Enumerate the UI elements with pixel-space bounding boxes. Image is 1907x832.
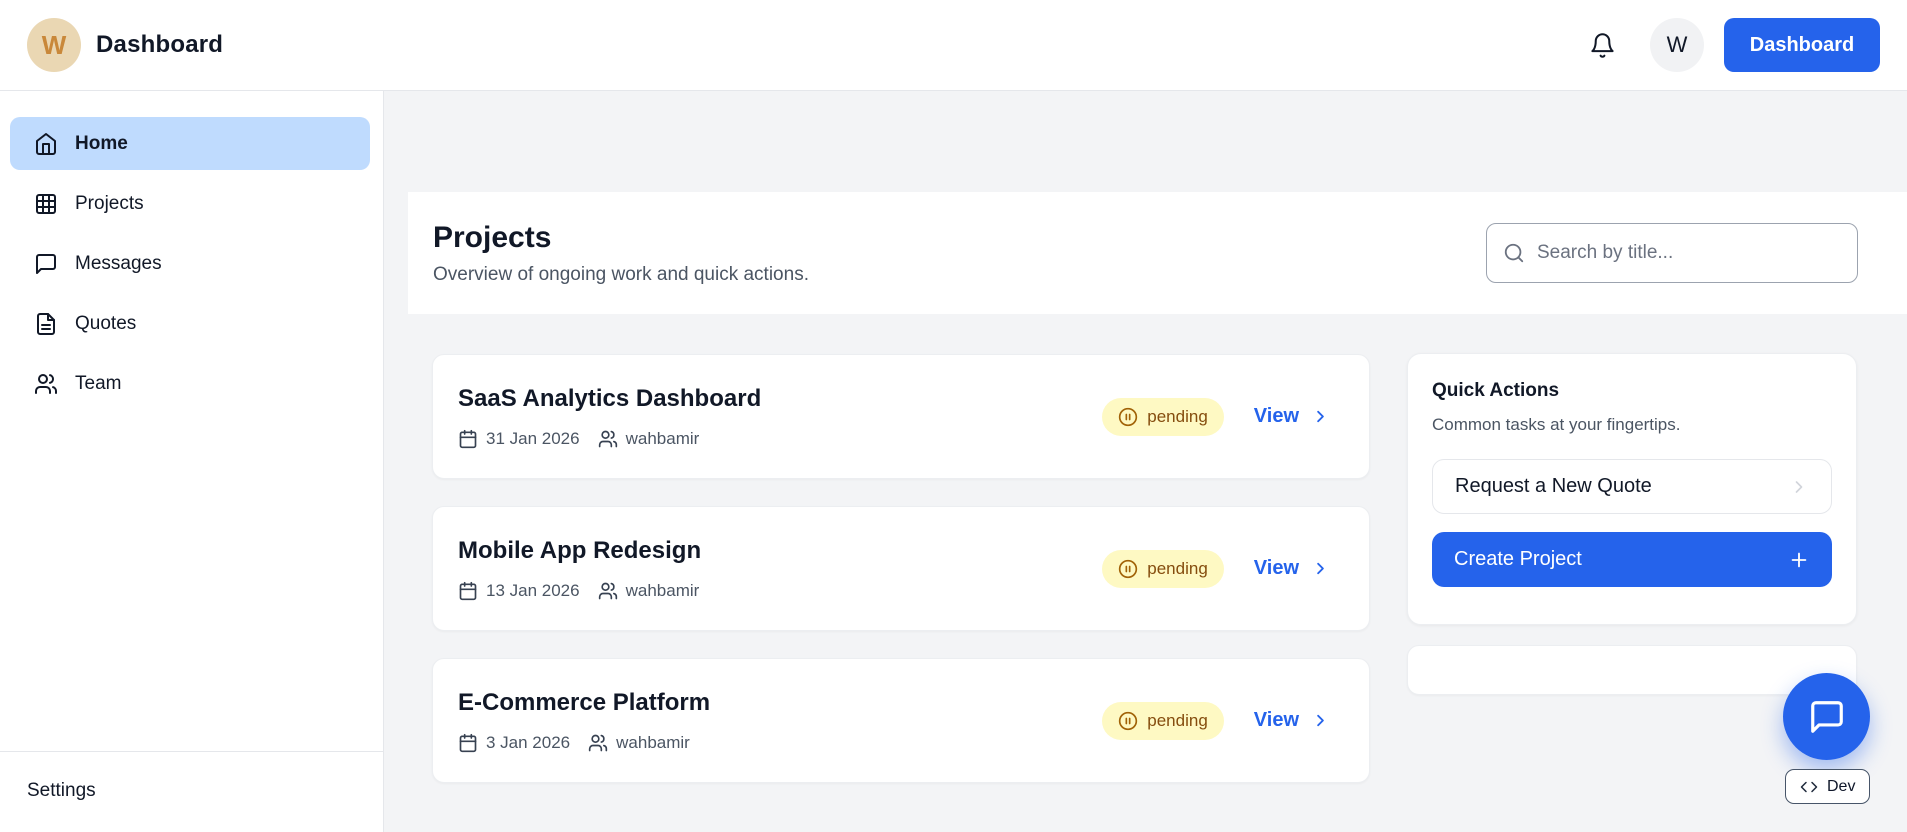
chevron-right-icon <box>1311 711 1330 730</box>
chevron-right-icon <box>1311 559 1330 578</box>
project-title: SaaS Analytics Dashboard <box>458 384 762 412</box>
dev-badge[interactable]: Dev <box>1785 769 1871 804</box>
users-icon <box>588 733 608 753</box>
project-card: SaaS Analytics Dashboard 31 Jan 2026 wah… <box>432 354 1370 479</box>
grid-icon <box>34 192 58 216</box>
create-project-button[interactable]: Create Project <box>1432 532 1832 587</box>
sidebar-item-messages[interactable]: Messages <box>10 237 370 290</box>
request-quote-label: Request a New Quote <box>1455 475 1652 497</box>
status-text: pending <box>1147 710 1208 730</box>
status-badge: pending <box>1102 549 1224 588</box>
quick-actions-subtitle: Common tasks at your fingertips. <box>1432 415 1681 434</box>
calendar-icon <box>458 581 478 601</box>
quick-actions-title: Quick Actions <box>1432 380 1560 401</box>
quick-actions-card: Quick Actions Common tasks at your finge… <box>1407 353 1857 625</box>
sidebar: Home Projects Messages Quotes Team Setti… <box>0 91 384 832</box>
avatar[interactable]: W <box>1650 18 1704 72</box>
view-link[interactable]: View <box>1254 557 1330 580</box>
project-title: Mobile App Redesign <box>458 536 702 564</box>
project-title: E-Commerce Platform <box>458 688 711 716</box>
request-quote-button[interactable]: Request a New Quote <box>1432 459 1832 514</box>
main-content: Projects Overview of ongoing work and qu… <box>384 91 1907 832</box>
project-card: Mobile App Redesign 13 Jan 2026 wahbamir <box>432 506 1370 631</box>
dashboard-page: W Dashboard W Dashboard Home Projects Me… <box>0 0 1907 832</box>
page-header-text: Projects Overview of ongoing work and qu… <box>433 221 809 286</box>
dev-badge-label: Dev <box>1827 777 1856 795</box>
sidebar-item-home[interactable]: Home <box>10 117 370 170</box>
project-meta: 3 Jan 2026 wahbamir <box>458 733 710 753</box>
project-owner: wahbamir <box>625 428 700 448</box>
pause-circle-icon <box>1118 559 1138 579</box>
view-link-label: View <box>1253 405 1299 427</box>
home-icon <box>34 132 58 156</box>
pause-circle-icon <box>1118 711 1138 731</box>
chat-fab-button[interactable] <box>1783 673 1870 760</box>
search-box <box>1486 223 1858 283</box>
chat-bubble-icon <box>1808 698 1846 736</box>
status-text: pending <box>1147 558 1208 578</box>
brand-logo-letter: W <box>41 29 67 60</box>
project-date: 31 Jan 2026 <box>486 428 580 448</box>
top-bar: W Dashboard W Dashboard <box>0 0 1907 91</box>
empty-card <box>1407 645 1857 695</box>
project-card: E-Commerce Platform 3 Jan 2026 wahbamir <box>432 658 1370 783</box>
sidebar-item-quotes[interactable]: Quotes <box>10 297 370 350</box>
users-icon <box>598 581 618 601</box>
chevron-right-icon <box>1311 407 1330 426</box>
project-date: 13 Jan 2026 <box>486 580 580 600</box>
sidebar-nav: Home Projects Messages Quotes Team <box>0 117 383 410</box>
dashboard-button[interactable]: Dashboard <box>1724 18 1880 72</box>
project-owner: wahbamir <box>616 732 690 752</box>
project-owner: wahbamir <box>625 580 700 600</box>
brand-logo: W <box>27 18 81 72</box>
sidebar-footer: Settings <box>0 751 383 832</box>
project-meta: 31 Jan 2026 wahbamir <box>458 429 761 449</box>
plus-icon <box>1788 549 1810 571</box>
calendar-icon <box>458 429 478 449</box>
search-icon <box>1503 242 1525 264</box>
view-link-label: View <box>1253 709 1299 731</box>
status-text: pending <box>1147 406 1208 426</box>
sidebar-item-team[interactable]: Team <box>10 357 370 410</box>
view-link[interactable]: View <box>1254 405 1330 428</box>
view-link-label: View <box>1253 557 1299 579</box>
app-title: Dashboard <box>96 31 224 58</box>
search-input[interactable] <box>1537 242 1841 264</box>
code-icon <box>1800 778 1818 796</box>
page-title: Projects <box>433 220 552 254</box>
right-column: Quick Actions Common tasks at your finge… <box>1407 353 1857 695</box>
page-header: Projects Overview of ongoing work and qu… <box>408 192 1907 314</box>
users-icon <box>598 429 618 449</box>
top-bar-actions: W Dashboard <box>1589 18 1880 72</box>
chevron-right-icon <box>1789 477 1809 497</box>
create-project-label: Create Project <box>1454 548 1582 570</box>
view-link[interactable]: View <box>1254 709 1330 732</box>
users-icon <box>34 372 58 396</box>
pause-circle-icon <box>1118 407 1138 427</box>
bell-icon[interactable] <box>1589 32 1616 59</box>
project-list: SaaS Analytics Dashboard 31 Jan 2026 wah… <box>432 354 1370 810</box>
file-icon <box>34 312 58 336</box>
avatar-initial: W <box>1666 32 1688 57</box>
status-badge: pending <box>1102 397 1224 436</box>
sidebar-item-projects[interactable]: Projects <box>10 177 370 230</box>
status-badge: pending <box>1102 701 1224 740</box>
calendar-icon <box>458 733 478 753</box>
project-meta: 13 Jan 2026 wahbamir <box>458 581 701 601</box>
sidebar-item-settings[interactable]: Settings <box>27 780 96 801</box>
page-subtitle: Overview of ongoing work and quick actio… <box>433 263 809 285</box>
message-icon <box>34 252 58 276</box>
project-date: 3 Jan 2026 <box>486 732 571 752</box>
